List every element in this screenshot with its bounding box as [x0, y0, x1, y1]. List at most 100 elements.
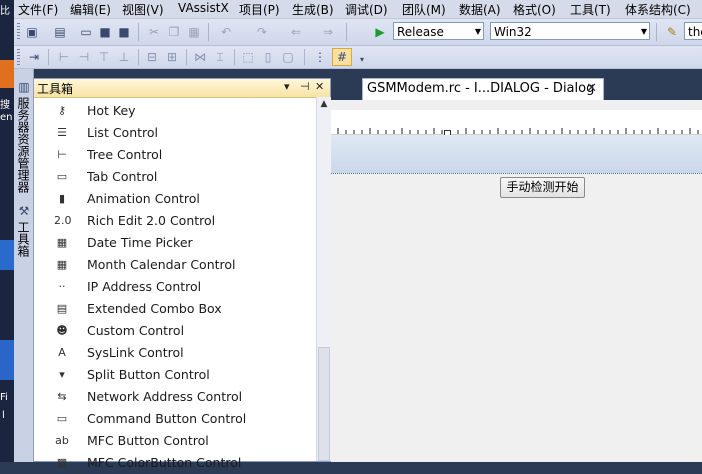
menu-project[interactable]: 项目(P) [239, 1, 280, 18]
ruler [331, 110, 702, 135]
tab-toolbox[interactable]: 工具箱 [15, 221, 32, 257]
menu-vassistx[interactable]: VAssistX [178, 1, 229, 15]
new-project-icon[interactable]: ▣ [24, 24, 40, 40]
copy-icon[interactable]: ❐ [166, 24, 182, 40]
toolbox-item-label: MFC Button Control [87, 433, 209, 448]
toolbox-item-label: Hot Key [87, 103, 136, 118]
toolbox-item[interactable]: ▾ Split Button Control [34, 364, 316, 386]
desktop-text: 比 [0, 6, 10, 17]
toolbar-overflow-icon[interactable]: ▾ [354, 52, 370, 68]
save-icon[interactable]: ■ [97, 24, 113, 40]
scroll-up-icon[interactable]: ▲ [317, 97, 331, 111]
toolbox-item[interactable]: ▭ Command Button Control [34, 408, 316, 430]
toolbar-separator [234, 49, 235, 65]
solution-configuration-combo[interactable]: Release ▼ [393, 22, 484, 40]
toolbox-item[interactable]: ▭ Tab Control [34, 166, 316, 188]
toolbox-item[interactable]: ⊢ Tree Control [34, 144, 316, 166]
toolbox-item[interactable]: ▦ Month Calendar Control [34, 254, 316, 276]
cut-icon[interactable]: ✂ [146, 24, 162, 40]
desktop-text: Fi [0, 392, 8, 403]
toggle-guides-icon[interactable]: # [332, 48, 352, 66]
align-right-icon[interactable]: ⊣ [76, 49, 92, 65]
toolbar-separator [138, 23, 139, 41]
desktop-app-icon[interactable] [0, 340, 14, 380]
center-horizontal-icon[interactable]: ⊞ [164, 49, 180, 65]
toolbox-item-label: List Control [87, 125, 159, 140]
window-position-icon[interactable]: ▾ [284, 80, 290, 93]
close-icon[interactable]: ✕ [315, 80, 324, 93]
toolbox-item[interactable]: ab MFC Button Control [34, 430, 316, 452]
toolbox-item[interactable]: A SysLink Control [34, 342, 316, 364]
center-vertical-icon[interactable]: ⊟ [144, 49, 160, 65]
combo-value: Release [397, 25, 444, 39]
toolbar-grip[interactable] [17, 23, 20, 41]
toolbox-item[interactable]: ▩ MFC ColorButton Control [34, 452, 316, 474]
space-down-icon[interactable]: ⌶ [212, 49, 228, 65]
desktop-app-icon[interactable] [0, 240, 14, 270]
menu-bar: 文件(F) 编辑(E) 视图(V) VAssistX 项目(P) 生成(B) 调… [14, 0, 702, 19]
toolbar-separator [656, 23, 657, 41]
network-address-icon: ⇆ [57, 390, 67, 403]
toolbox-item[interactable]: ☰ List Control [34, 122, 316, 144]
month-calendar-icon: ▦ [56, 258, 68, 271]
close-icon[interactable]: ✕ [586, 81, 597, 96]
toolbox-panel: 工具箱 ▾ ⊣ ✕ ⚷ Hot Key ☰ List Control ⊢ Tree Con… [33, 78, 331, 470]
navigate-backward-icon[interactable]: ⇐ [288, 24, 304, 40]
toolbox-item[interactable]: ▮ Animation Control [34, 188, 316, 210]
toolbox-scrollbar[interactable]: ▲ [316, 97, 331, 461]
auto-hide-pin-icon[interactable]: ⊣ [300, 80, 310, 93]
align-top-icon[interactable]: ⊤ [96, 49, 112, 65]
toolbox-item-label: Rich Edit 2.0 Control [87, 213, 216, 228]
undo-icon[interactable]: ↶ [218, 24, 234, 40]
make-same-width-icon[interactable]: ⬚ [240, 49, 256, 65]
save-all-icon[interactable]: ■ [116, 24, 132, 40]
desktop-app-icon[interactable] [0, 60, 14, 88]
manual-detect-start-button[interactable]: 手动检测开始 [500, 177, 585, 198]
solution-platform-combo[interactable]: Win32 ▼ [490, 22, 650, 40]
menu-view[interactable]: 视图(V) [122, 1, 164, 18]
toolbox-item[interactable]: 2.0 Rich Edit 2.0 Control [34, 210, 316, 232]
navigate-forward-icon[interactable]: ⇒ [320, 24, 336, 40]
align-left-icon[interactable]: ⊢ [56, 49, 72, 65]
toolbox-item[interactable]: ·· IP Address Control [34, 276, 316, 298]
menu-debug[interactable]: 调试(D) [345, 1, 388, 18]
menu-architecture[interactable]: 体系结构(C) [625, 1, 691, 18]
open-file-icon[interactable]: ▭ [78, 24, 94, 40]
menu-edit[interactable]: 编辑(E) [70, 1, 111, 18]
menu-file[interactable]: 文件(F) [18, 1, 58, 18]
toolbox-item-label: SysLink Control [87, 345, 184, 360]
align-bottom-icon[interactable]: ⊥ [116, 49, 132, 65]
toolbox-item[interactable]: ☻ Custom Control [34, 320, 316, 342]
tab-server-explorer[interactable]: 服务器资源管理器 [15, 97, 32, 193]
menu-data[interactable]: 数据(A) [459, 1, 501, 18]
add-item-icon[interactable]: ▤ [52, 24, 68, 40]
menu-tools[interactable]: 工具(T) [570, 1, 611, 18]
toggle-grid-icon[interactable]: ⋮ [312, 49, 328, 65]
toolbox-item[interactable]: ▦ Date Time Picker [34, 232, 316, 254]
hotkey-icon: ⚷ [57, 104, 67, 117]
toolbox-item-label: Split Button Control [87, 367, 210, 382]
find-combo[interactable]: the [684, 22, 702, 40]
find-in-files-icon[interactable]: ✎ [664, 24, 680, 40]
desktop-text: en [0, 112, 13, 123]
start-debugging-icon[interactable]: ▶ [372, 24, 388, 40]
menu-build[interactable]: 生成(B) [292, 1, 334, 18]
dialog-canvas: 手动检测开始 [331, 174, 702, 462]
make-same-height-icon[interactable]: ▯ [260, 49, 276, 65]
test-dialog-icon[interactable]: ⇥ [26, 49, 42, 65]
toolbox-item-label: Extended Combo Box [87, 301, 222, 316]
make-same-size-icon[interactable]: ▢ [280, 49, 296, 65]
space-across-icon[interactable]: ⋈ [192, 49, 208, 65]
toolbox-item-label: Tree Control [87, 147, 163, 162]
menu-team[interactable]: 团队(M) [402, 1, 446, 18]
toolbox-item[interactable]: ⚷ Hot Key [34, 100, 316, 122]
document-tab[interactable]: GSMModem.rc - I...DIALOG - Dialog ✕ [362, 78, 604, 100]
redo-icon[interactable]: ↷ [254, 24, 270, 40]
toolbox-item[interactable]: ⇆ Network Address Control [34, 386, 316, 408]
side-tab-strip: ▥ 服务器资源管理器 ⚒ 工具箱 [14, 69, 34, 462]
paste-icon[interactable]: ▦ [186, 24, 202, 40]
toolbar-grip[interactable] [17, 49, 20, 65]
menu-format[interactable]: 格式(O) [513, 1, 556, 18]
toolbox-item[interactable]: ▤ Extended Combo Box [34, 298, 316, 320]
scrollbar-thumb[interactable] [318, 347, 330, 461]
